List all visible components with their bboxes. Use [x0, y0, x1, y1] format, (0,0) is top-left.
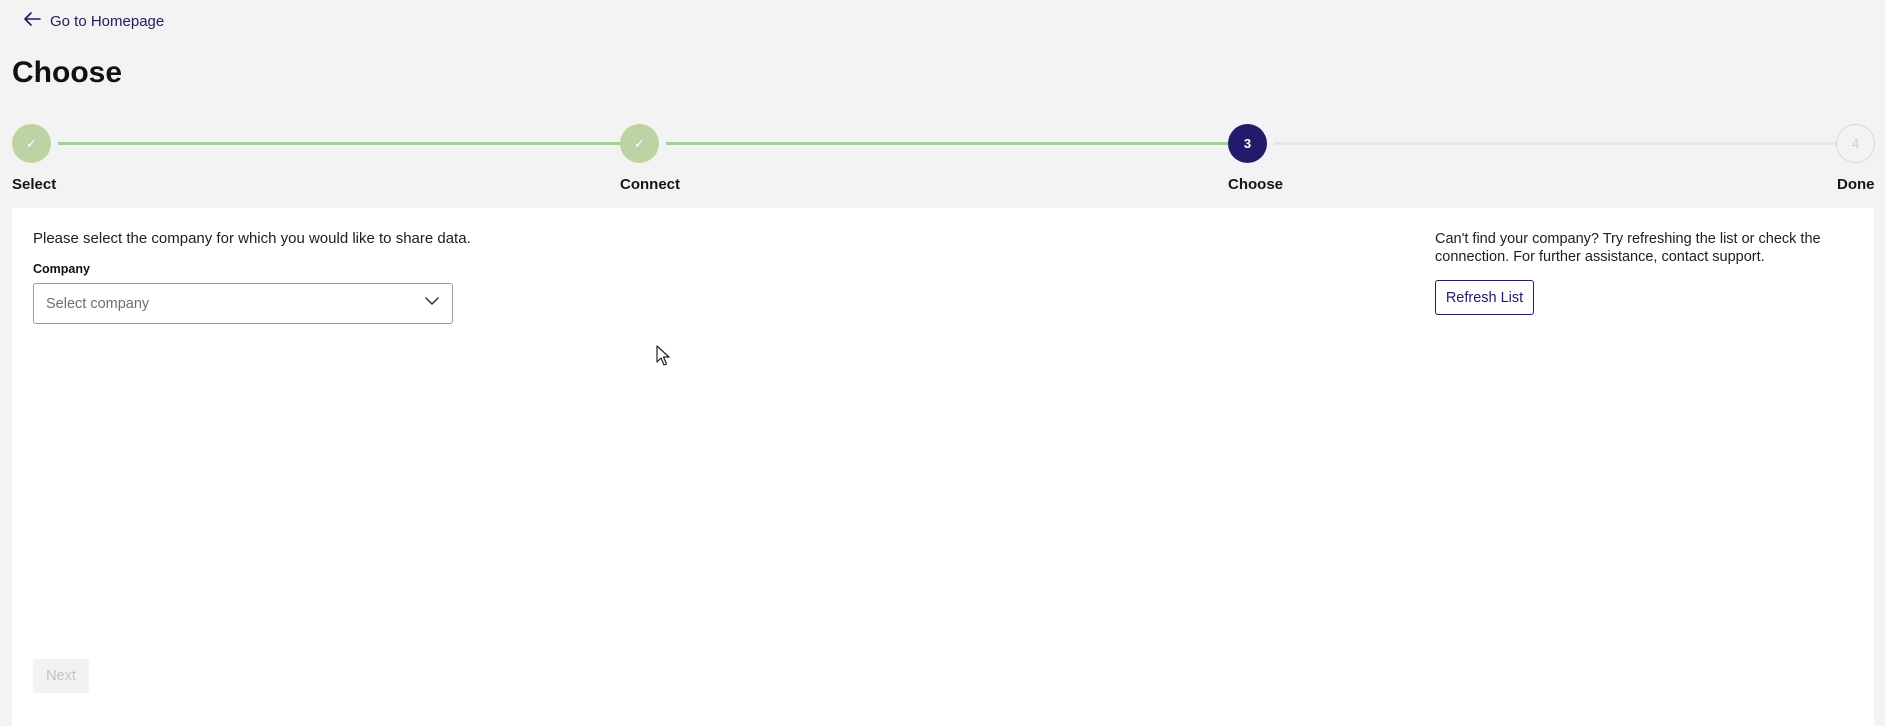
mouse-cursor-icon [656, 345, 670, 366]
help-text: Can't find your company? Try refreshing … [1435, 231, 1821, 265]
progress-stepper: ✓ Select ✓ Connect 3 Choose 4 Done [12, 124, 1875, 194]
arrow-left-icon [22, 9, 42, 33]
step-1-label: Select [12, 176, 57, 193]
step-2-label: Connect [620, 176, 680, 193]
refresh-list-button[interactable]: Refresh List [1435, 280, 1534, 315]
company-select-placeholder: Select company [46, 295, 150, 312]
step-1-circle: ✓ [12, 124, 51, 163]
check-icon: ✓ [634, 135, 645, 151]
check-icon: ✓ [26, 135, 37, 151]
step-3-circle: 3 [1228, 124, 1267, 163]
go-to-homepage-label: Go to Homepage [50, 12, 165, 30]
step-3-label: Choose [1228, 176, 1284, 193]
step-4-number: 4 [1851, 136, 1860, 151]
step-4-label: Done [1837, 176, 1875, 193]
step-2-circle: ✓ [620, 124, 659, 163]
page-title: Choose [12, 56, 123, 89]
step-connector-3 [1274, 142, 1846, 145]
main-panel: Please select the company for which you … [12, 208, 1874, 726]
company-field-label: Company [33, 262, 90, 276]
chevron-down-icon [424, 293, 440, 314]
step-3-number: 3 [1243, 136, 1252, 151]
step-connector-1 [58, 142, 626, 145]
instruction-text: Please select the company for which you … [33, 230, 471, 247]
step-4-circle: 4 [1836, 124, 1875, 163]
go-to-homepage-link[interactable]: Go to Homepage [22, 9, 164, 33]
step-connector-2 [666, 142, 1234, 145]
next-button[interactable]: Next [33, 659, 89, 693]
company-select[interactable]: Select company [33, 283, 453, 324]
